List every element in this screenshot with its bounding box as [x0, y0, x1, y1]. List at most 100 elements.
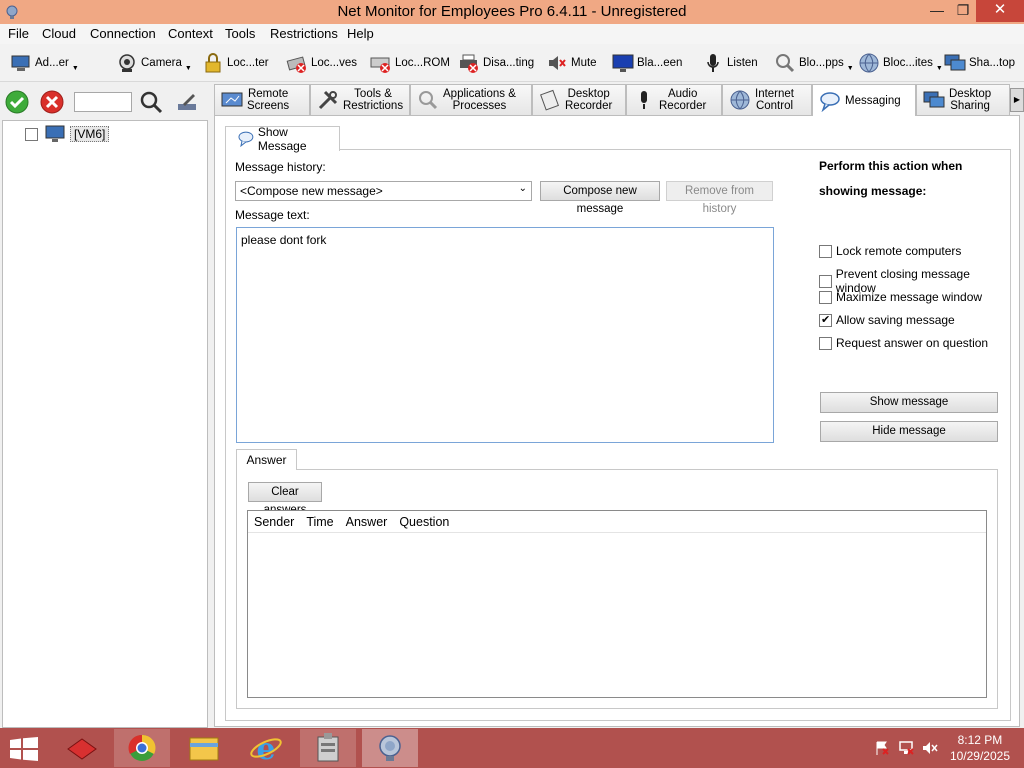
- toolbar-camera-button[interactable]: Camera ▼: [116, 50, 192, 76]
- maximize-button[interactable]: ❐: [948, 0, 978, 22]
- taskbar-internet-explorer[interactable]: e: [238, 729, 294, 767]
- taskbar-app-red[interactable]: [54, 729, 110, 767]
- toolbar-disable-printing-button[interactable]: Disa...ting: [458, 50, 534, 76]
- taskbar-file-explorer[interactable]: [176, 729, 232, 767]
- toolbar-share-desktop-button[interactable]: Sha...top: [944, 50, 1015, 76]
- message-history-select[interactable]: <Compose new message> ⌄: [235, 181, 532, 201]
- toolbar-block-sites-button[interactable]: Bloc...ites ▼: [858, 50, 943, 76]
- toolbar-admin-button[interactable]: Ad...er ▼: [10, 50, 79, 76]
- tab-internet-control[interactable]: Internet Control: [722, 84, 812, 115]
- messaging-panel: Show Message Message history: <Compose n…: [214, 115, 1020, 727]
- tab-show-message[interactable]: Show Message: [225, 125, 340, 153]
- settings-edit-icon[interactable]: [175, 90, 199, 114]
- taskbar-chrome[interactable]: [114, 729, 170, 767]
- tab-tools-restrictions[interactable]: Tools & Restrictions: [310, 84, 410, 115]
- clear-answers-button[interactable]: Clear answers: [248, 482, 322, 516]
- close-button[interactable]: ✕: [976, 0, 1024, 22]
- option-request-answer[interactable]: Request answer on question: [819, 336, 988, 350]
- tab-applications-processes[interactable]: Applications & Processes: [410, 84, 532, 115]
- dropdown-arrow-icon: ▼: [71, 64, 79, 72]
- message-history-value: <Compose new message>: [240, 184, 383, 198]
- computer-checkbox[interactable]: [25, 127, 38, 141]
- remove-icon[interactable]: [40, 90, 64, 114]
- compose-new-message-button[interactable]: Compose new message: [540, 181, 660, 215]
- toolbar-share-desktop-label: Sha...top: [969, 57, 1016, 69]
- request-answer-checkbox[interactable]: [819, 336, 832, 350]
- dropdown-arrow-icon: ▼: [935, 64, 943, 72]
- tab-audio-recorder[interactable]: Audio Recorder: [626, 84, 722, 115]
- taskbar-server[interactable]: [300, 729, 356, 767]
- toolbar-listen-button[interactable]: Listen: [702, 50, 758, 76]
- menu-cloud[interactable]: Cloud: [42, 26, 76, 41]
- search-icon[interactable]: [139, 90, 163, 114]
- speaker-muted-icon[interactable]: [922, 740, 938, 756]
- server-icon: [317, 733, 339, 762]
- toolbar-lock-computer-label: Loc...ter: [227, 57, 269, 69]
- toolbar-mute-button[interactable]: Mute: [546, 50, 597, 76]
- taskbar-net-monitor[interactable]: [362, 729, 418, 767]
- toolbar-admin-label: Ad...er: [35, 57, 69, 69]
- check-icon[interactable]: [5, 90, 29, 114]
- menu-tools[interactable]: Tools: [225, 26, 255, 41]
- tab-internet-control-label: Internet Control: [755, 88, 794, 112]
- option-allow-saving[interactable]: Allow saving message: [819, 313, 955, 327]
- tab-desktop-sharing[interactable]: Desktop Sharing: [916, 84, 1010, 115]
- menu-context[interactable]: Context: [168, 26, 213, 41]
- option-maximize-window[interactable]: Maximize message window: [819, 290, 982, 304]
- tools-icon: [318, 90, 338, 110]
- share-desktop-icon: [944, 54, 966, 71]
- show-message-button[interactable]: Show message: [820, 392, 998, 413]
- tab-applications-processes-label: Applications & Processes: [443, 88, 516, 112]
- desktop-recorder-icon: [540, 89, 560, 111]
- message-text-label: Message text:: [235, 208, 310, 222]
- network-icon[interactable]: [898, 740, 914, 756]
- column-time[interactable]: Time: [306, 515, 333, 529]
- remove-from-history-button[interactable]: Remove from history: [666, 181, 773, 215]
- tab-scroll-right-icon[interactable]: ▶: [1010, 88, 1024, 112]
- tab-remote-screens[interactable]: Remote Screens: [214, 84, 310, 115]
- toolbar-blank-screen-label: Bla...een: [637, 57, 683, 69]
- column-answer[interactable]: Answer: [346, 515, 388, 529]
- menu-connection[interactable]: Connection: [90, 26, 156, 41]
- hide-message-button[interactable]: Hide message: [820, 421, 998, 442]
- chrome-icon: [128, 734, 156, 761]
- toolbar-blank-screen-button[interactable]: Bla...een: [612, 50, 682, 76]
- tab-answer[interactable]: Answer: [236, 449, 297, 470]
- title-bar: Net Monitor for Employees Pro 6.4.11 - U…: [0, 0, 1024, 24]
- toolbar-lock-cdrom-button[interactable]: Loc...ROM: [370, 50, 450, 76]
- start-icon[interactable]: [10, 737, 38, 761]
- option-label: Request answer on question: [836, 336, 989, 350]
- system-clock[interactable]: 8:12 PM 10/29/2025: [950, 732, 1010, 764]
- allow-saving-checkbox[interactable]: [819, 313, 832, 327]
- option-label: Allow saving message: [836, 313, 955, 327]
- clock-time: 8:12 PM: [957, 733, 1003, 747]
- option-lock-remote-computers[interactable]: Lock remote computers: [819, 244, 961, 258]
- flag-notification-icon[interactable]: [874, 740, 890, 756]
- menu-restrictions[interactable]: Restrictions: [270, 26, 338, 41]
- message-text-area[interactable]: please dont fork: [236, 227, 774, 443]
- search-input[interactable]: [74, 92, 132, 112]
- tree-item-computer[interactable]: [VM6]: [25, 125, 110, 143]
- toolbar-lock-drives-button[interactable]: Loc...ves: [286, 50, 357, 76]
- tab-desktop-sharing-label: Desktop Sharing: [949, 88, 992, 112]
- menu-file[interactable]: File: [8, 26, 29, 41]
- tab-tools-restrictions-label: Tools & Restrictions: [343, 88, 404, 112]
- toolbar-lock-computer-button[interactable]: Loc...ter: [202, 50, 269, 76]
- toolbar-block-apps-label: Blo...pps: [799, 57, 844, 69]
- prevent-closing-checkbox[interactable]: [819, 274, 832, 288]
- lock-remote-computers-checkbox[interactable]: [819, 244, 832, 258]
- action-title: Perform this action when showing message…: [819, 159, 963, 198]
- column-sender[interactable]: Sender: [254, 515, 294, 529]
- maximize-window-checkbox[interactable]: [819, 290, 832, 304]
- toolbar-lock-cdrom-label: Loc...ROM: [395, 57, 450, 69]
- answers-list[interactable]: Sender Time Answer Question: [247, 510, 987, 698]
- tab-desktop-recorder[interactable]: Desktop Recorder: [532, 84, 626, 115]
- column-question[interactable]: Question: [399, 515, 449, 529]
- tab-show-message-label: Show Message: [257, 125, 307, 153]
- toolbar-block-apps-button[interactable]: Blo...pps ▼: [774, 50, 854, 76]
- option-label: Lock remote computers: [836, 244, 962, 258]
- toolbar-block-sites-label: Bloc...ites: [883, 57, 933, 69]
- lock-computer-icon: [205, 53, 221, 73]
- menu-help[interactable]: Help: [347, 26, 374, 41]
- tab-messaging[interactable]: Messaging: [812, 84, 916, 116]
